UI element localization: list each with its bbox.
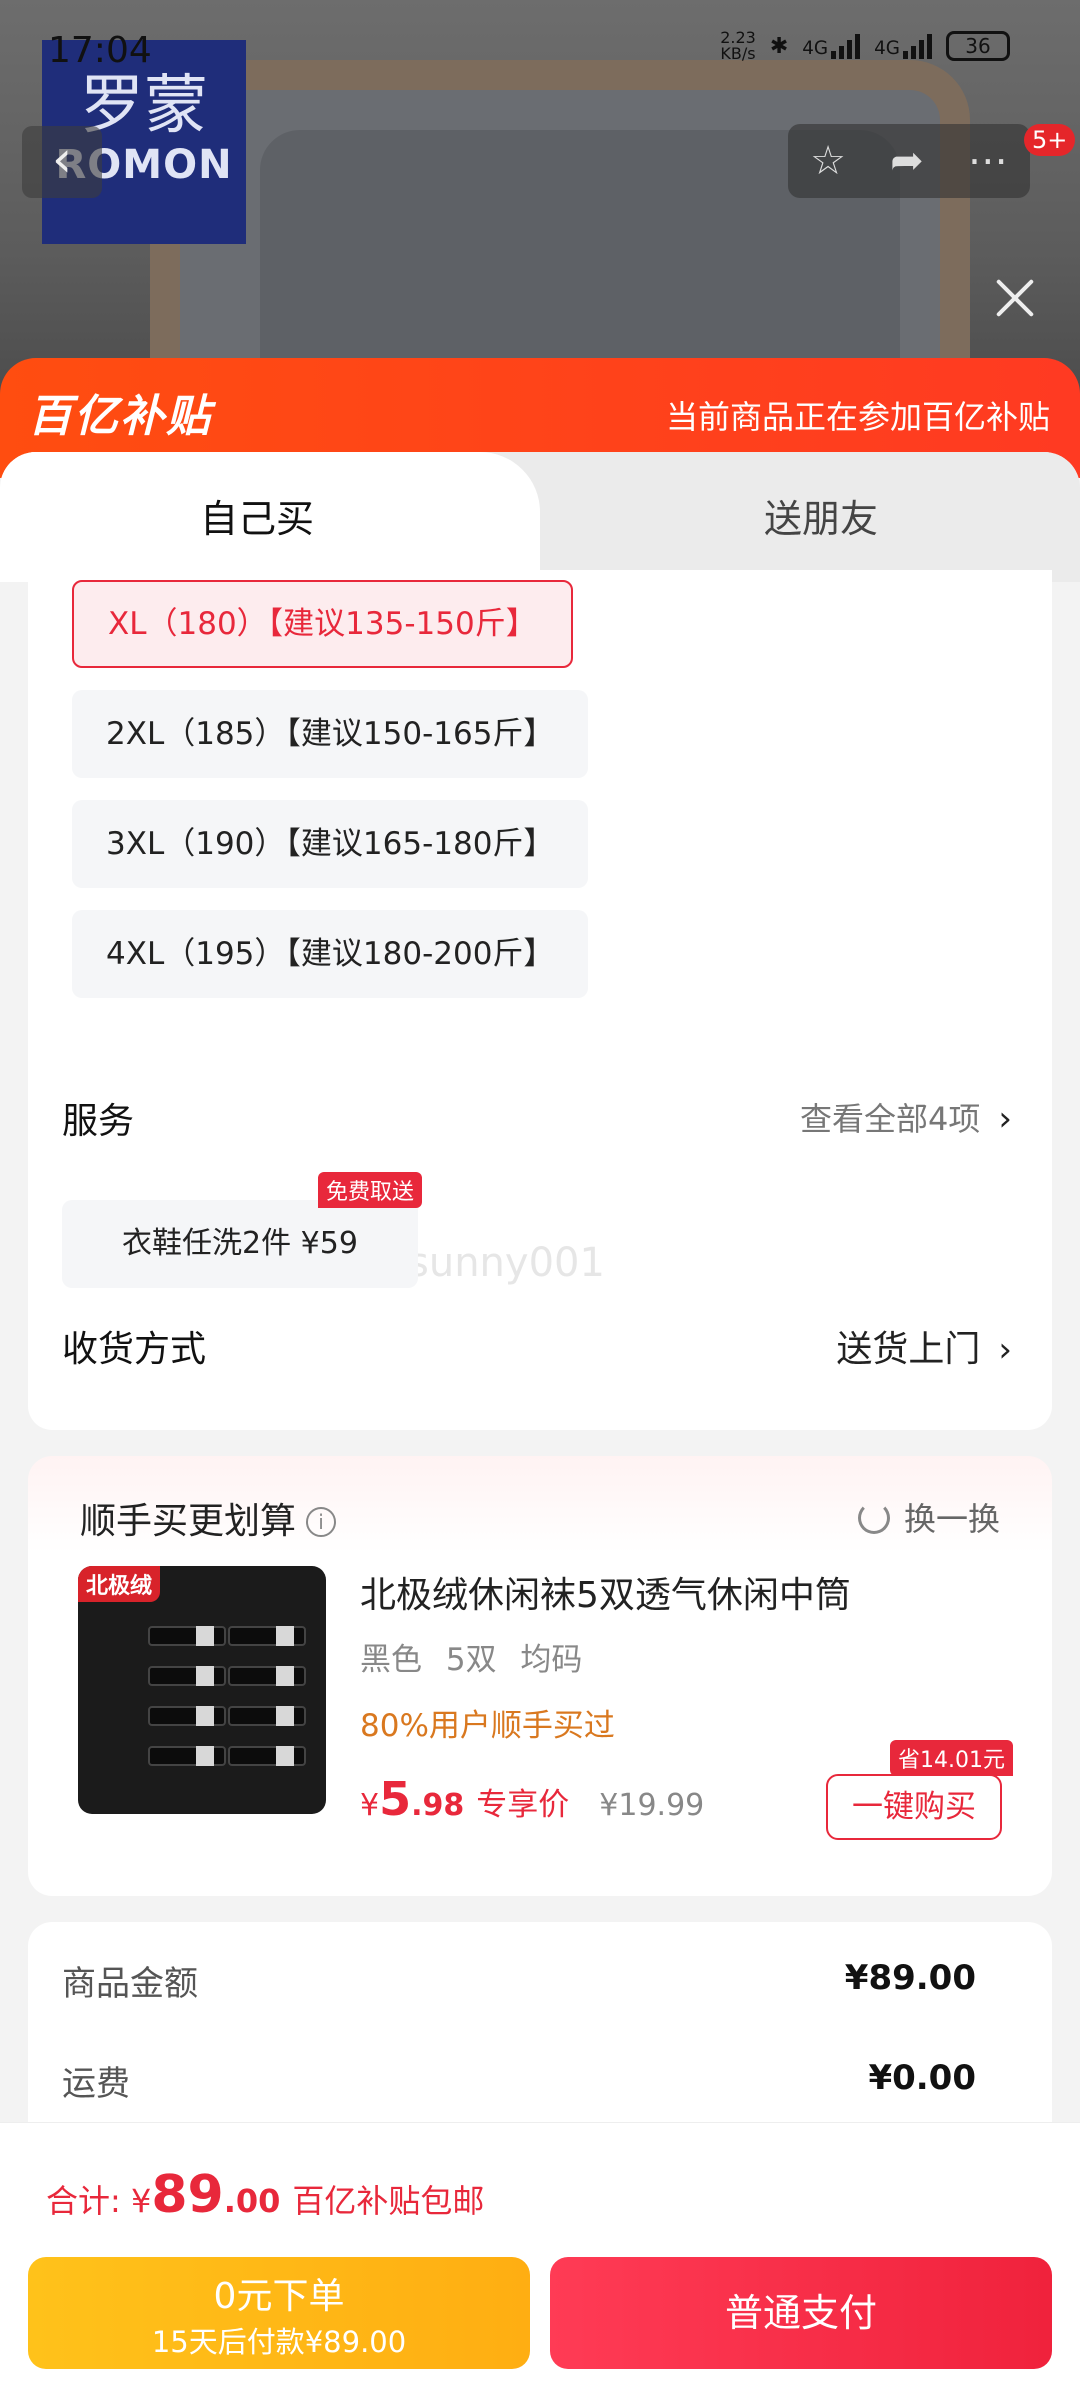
more-icon[interactable]: ⋯ (968, 138, 1008, 184)
addon-title: 顺手买更划算 i (80, 1492, 337, 1544)
delivery-title: 收货方式 (62, 1329, 207, 1370)
message-badge: 5+ (1024, 124, 1076, 156)
purchase-sheet: 自己买 送朋友 XL（180）【建议135-150斤】 2XL（185）【建议1… (0, 452, 1080, 2172)
top-action-bar: ☆ ➦ ⋯ (788, 124, 1030, 198)
shipping-label: 运费 (62, 2064, 130, 2104)
free-pickup-badge: 免费取送 (318, 1172, 423, 1208)
goods-amount-label: 商品金额 (62, 1964, 198, 2004)
chevron-left-icon: ‹ (52, 130, 72, 188)
status-time: 17:04 (48, 30, 152, 71)
net-speed: 2.23 KB/s (720, 28, 756, 63)
normal-pay-button[interactable]: 普通支付 (550, 2257, 1052, 2369)
pay-later-button[interactable]: 0元下单 15天后付款¥89.00 (28, 2257, 530, 2369)
watermark: sunny001 (408, 1240, 605, 1286)
battery-icon: 36 (946, 31, 1010, 61)
size-option[interactable]: 2XL（185）【建议150-165斤】 (72, 690, 589, 778)
refresh-icon (857, 1502, 890, 1534)
product-price: ¥5.98 专享价 ¥19.99 (360, 1772, 705, 1826)
subsidy-logo: 百亿补贴 (28, 391, 212, 442)
product-name[interactable]: 北极绒休闲袜5双透气休闲中筒 (360, 1566, 851, 1618)
product-spec: 黑色 5双 均码 (360, 1642, 583, 1678)
signal-icon: 4G (874, 33, 932, 59)
bluetooth-icon: ✱ (769, 33, 789, 59)
refresh-button[interactable]: 换一换 (857, 1494, 1000, 1540)
tab-self[interactable]: 自己买 (200, 488, 314, 543)
info-icon[interactable]: i (306, 1507, 337, 1537)
chevron-right-icon: › (998, 1099, 1012, 1139)
shipping-value: ¥0.00 (868, 2058, 976, 2098)
product-popularity: 80%用户顺手买过 (360, 1708, 615, 1744)
savings-badge: 省14.01元 (890, 1740, 1013, 1776)
size-option[interactable]: 4XL（195）【建议180-200斤】 (72, 910, 589, 998)
banner-text: 当前商品正在参加百亿补贴 (665, 398, 1050, 436)
delivery-method[interactable]: 送货上门 › (836, 1320, 1012, 1372)
back-button[interactable]: ‹ (22, 126, 102, 198)
service-option[interactable]: 衣鞋任洗2件 ¥59 (62, 1200, 418, 1288)
product-image-logo: 北极绒 (78, 1566, 161, 1602)
signal-icon: 4G (802, 33, 861, 59)
service-view-all[interactable]: 查看全部4项 › (800, 1094, 1012, 1140)
status-icons: 2.23 KB/s ✱ 4G 4G 36 (720, 30, 1010, 62)
checkout-footer: 合计: ¥89.00 百亿补贴包邮 0元下单 15天后付款¥89.00 普通支付 (0, 2122, 1080, 2400)
service-title: 服务 (62, 1101, 135, 1142)
tab-friend[interactable]: 送朋友 (764, 488, 878, 543)
size-option[interactable]: 3XL（190）【建议165-180斤】 (72, 800, 589, 888)
addon-card: 顺手买更划算 i 换一换 北极绒 北极绒休闲袜5双透气休闲中筒 黑色 5双 均码 … (28, 1456, 1052, 1896)
product-thumbnail[interactable]: 北极绒 (78, 1566, 326, 1814)
original-price: ¥19.99 (599, 1788, 705, 1823)
options-card: XL（180）【建议135-150斤】 2XL（185）【建议150-165斤】… (28, 570, 1052, 1430)
size-option[interactable]: XL（180）【建议135-150斤】 (72, 580, 573, 668)
close-icon[interactable] (990, 272, 1040, 322)
goods-amount-value: ¥89.00 (844, 1958, 976, 1998)
share-icon[interactable]: ➦ (890, 138, 924, 184)
one-click-buy-button[interactable]: 一键购买 (826, 1774, 1002, 1840)
order-total: 合计: ¥89.00 百亿补贴包邮 (46, 2165, 485, 2225)
star-icon[interactable]: ☆ (810, 138, 846, 184)
chevron-right-icon: › (998, 1330, 1012, 1370)
tab-bar: 自己买 送朋友 (0, 452, 1080, 582)
